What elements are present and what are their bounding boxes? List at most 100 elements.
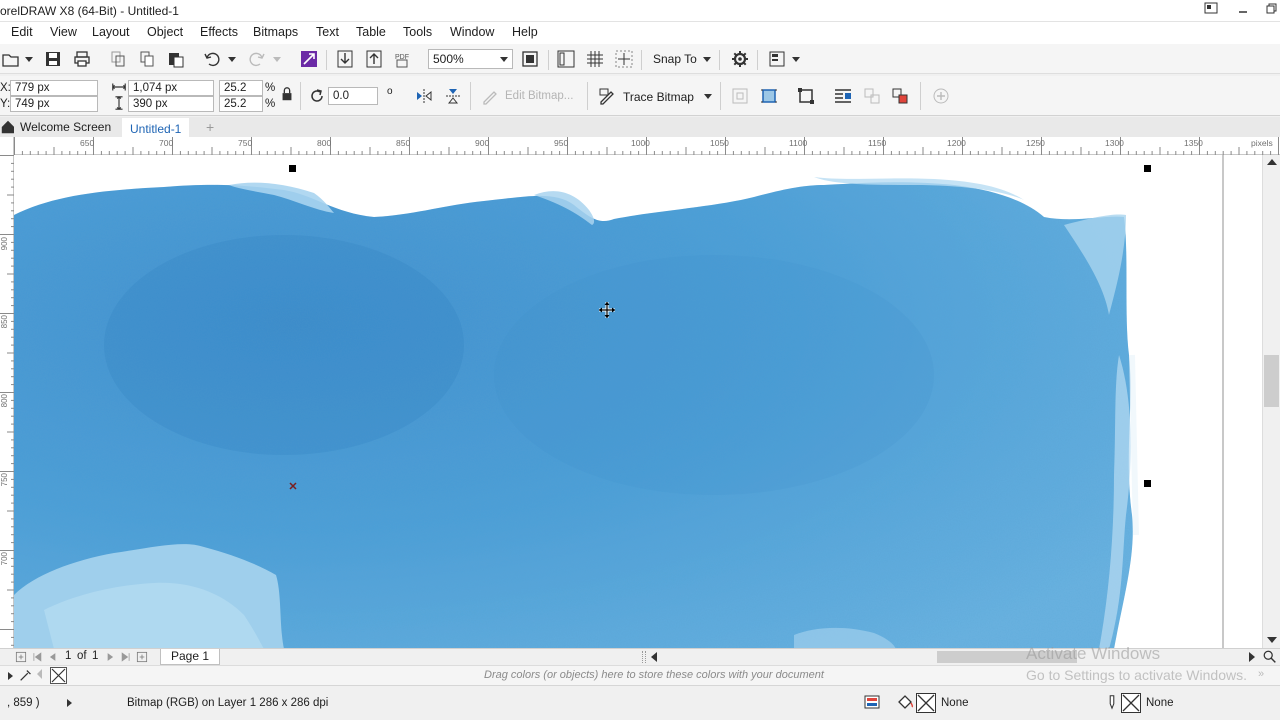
launcher-dropdown-icon[interactable] bbox=[792, 57, 800, 62]
resample-icon[interactable] bbox=[729, 85, 751, 107]
mirror-vertical-icon[interactable] bbox=[442, 85, 464, 107]
trace-bitmap-icon[interactable] bbox=[596, 85, 618, 107]
tab-untitled-1[interactable]: Untitled-1 bbox=[122, 118, 190, 137]
menu-text[interactable]: Text bbox=[316, 25, 339, 39]
y-position-field[interactable]: 749 px bbox=[10, 96, 98, 112]
menu-table[interactable]: Table bbox=[356, 25, 386, 39]
powerclip-icon[interactable] bbox=[889, 85, 911, 107]
edit-bitmap-icon[interactable] bbox=[479, 85, 501, 107]
zoom-dropdown-icon[interactable] bbox=[500, 57, 508, 62]
add-icon[interactable] bbox=[930, 85, 952, 107]
menu-view[interactable]: View bbox=[50, 25, 77, 39]
bitmap-bounding-box-icon[interactable] bbox=[795, 85, 817, 107]
import-icon[interactable] bbox=[334, 48, 356, 70]
snap-to-label[interactable]: Snap To bbox=[653, 52, 697, 66]
save-icon[interactable] bbox=[42, 48, 64, 70]
first-page-icon[interactable] bbox=[30, 649, 44, 665]
arrange-disabled-icon[interactable] bbox=[861, 85, 883, 107]
add-page-after-icon[interactable] bbox=[135, 649, 149, 665]
menu-layout[interactable]: Layout bbox=[92, 25, 130, 39]
previous-page-icon[interactable] bbox=[46, 649, 60, 665]
crop-bitmap-icon[interactable] bbox=[758, 85, 780, 107]
print-icon[interactable] bbox=[71, 48, 93, 70]
menu-window[interactable]: Window bbox=[450, 25, 494, 39]
center-marker-icon[interactable] bbox=[289, 479, 297, 490]
scroll-left-icon[interactable] bbox=[651, 652, 657, 662]
menu-effects[interactable]: Effects bbox=[200, 25, 238, 39]
rotation-field[interactable]: 0.0 bbox=[328, 87, 378, 105]
fill-none-swatch-icon[interactable] bbox=[916, 693, 936, 713]
paste-icon[interactable] bbox=[165, 48, 187, 70]
watercolor-bitmap[interactable] bbox=[14, 155, 1262, 649]
undo-icon[interactable] bbox=[201, 48, 223, 70]
scroll-right-icon[interactable] bbox=[1249, 652, 1255, 662]
scroll-thumb[interactable] bbox=[1264, 355, 1279, 407]
tab-welcome-screen[interactable]: Welcome Screen bbox=[14, 118, 118, 137]
scale-x-value: 25.2 bbox=[224, 82, 247, 94]
options-gear-icon[interactable] bbox=[729, 48, 751, 70]
scroll-up-icon[interactable] bbox=[1267, 159, 1277, 165]
scale-x-field[interactable]: 25.2 bbox=[219, 80, 263, 96]
vertical-ruler[interactable]: 900 850 800 750 700 bbox=[0, 137, 14, 649]
color-proof-icon[interactable] bbox=[862, 692, 882, 712]
show-grid-icon[interactable] bbox=[584, 48, 606, 70]
palette-expand-icon[interactable]: » bbox=[1258, 668, 1264, 680]
open-icon[interactable] bbox=[0, 48, 22, 70]
export-icon[interactable] bbox=[363, 48, 385, 70]
separator bbox=[920, 82, 921, 110]
text-wrap-icon[interactable] bbox=[832, 85, 854, 107]
copy-icon[interactable] bbox=[136, 48, 158, 70]
trace-bitmap-dropdown-icon[interactable] bbox=[704, 94, 712, 99]
menu-help[interactable]: Help bbox=[512, 25, 538, 39]
application-launcher-icon[interactable] bbox=[766, 48, 788, 70]
show-rulers-icon[interactable] bbox=[555, 48, 577, 70]
last-page-icon[interactable] bbox=[119, 649, 133, 665]
edit-bitmap-label[interactable]: Edit Bitmap... bbox=[505, 90, 573, 102]
scale-y-field[interactable]: 25.2 bbox=[219, 96, 263, 112]
page-tab-1[interactable]: Page 1 bbox=[160, 649, 221, 665]
height-field[interactable]: 390 px bbox=[128, 96, 214, 112]
trace-bitmap-label[interactable]: Trace Bitmap bbox=[623, 90, 694, 104]
publish-pdf-icon[interactable]: PDF bbox=[392, 48, 414, 70]
drawing-canvas[interactable] bbox=[14, 155, 1262, 649]
help-window-icon[interactable] bbox=[1196, 0, 1226, 22]
horizontal-ruler[interactable]: 650 700 750 800 850 900 950 1000 1050 11… bbox=[14, 137, 1280, 155]
add-page-before-icon[interactable] bbox=[14, 649, 28, 665]
vertical-scrollbar[interactable] bbox=[1262, 155, 1280, 649]
ruler-tick-label: 1350 bbox=[1184, 138, 1203, 148]
scroll-down-icon[interactable] bbox=[1267, 637, 1277, 643]
y-position-value: 749 px bbox=[15, 98, 50, 110]
outline-none-swatch-icon[interactable] bbox=[1121, 693, 1141, 713]
mirror-horizontal-icon[interactable] bbox=[413, 85, 435, 107]
palette-menu-icon[interactable] bbox=[8, 672, 13, 680]
selection-handle-top-left[interactable] bbox=[289, 165, 296, 172]
next-page-icon[interactable] bbox=[103, 649, 117, 665]
status-expand-icon[interactable] bbox=[67, 699, 72, 707]
snap-to-dropdown-icon[interactable] bbox=[703, 57, 711, 62]
zoom-navigator-icon[interactable] bbox=[1262, 649, 1278, 665]
menu-bitmaps[interactable]: Bitmaps bbox=[253, 25, 298, 39]
redo-dropdown-icon[interactable] bbox=[273, 57, 281, 62]
no-color-swatch-icon[interactable] bbox=[50, 667, 67, 684]
palette-scroll-left-icon[interactable] bbox=[37, 669, 42, 679]
selection-handle-top-right[interactable] bbox=[1144, 165, 1151, 172]
search-content-icon[interactable] bbox=[298, 48, 320, 70]
redo-icon[interactable] bbox=[246, 48, 268, 70]
lock-ratio-icon[interactable] bbox=[279, 86, 295, 102]
eyedropper-icon[interactable] bbox=[18, 667, 34, 683]
open-dropdown-icon[interactable] bbox=[25, 57, 33, 62]
menu-tools[interactable]: Tools bbox=[403, 25, 432, 39]
restore-icon[interactable] bbox=[1256, 0, 1280, 22]
menu-edit[interactable]: Edit bbox=[11, 25, 33, 39]
splitter-grip[interactable] bbox=[642, 651, 646, 663]
menu-object[interactable]: Object bbox=[147, 25, 183, 39]
full-screen-icon[interactable] bbox=[519, 48, 541, 70]
selection-handle-middle-right[interactable] bbox=[1144, 480, 1151, 487]
undo-dropdown-icon[interactable] bbox=[228, 57, 236, 62]
x-position-field[interactable]: 779 px bbox=[10, 80, 98, 96]
show-guidelines-icon[interactable] bbox=[613, 48, 635, 70]
minimize-icon[interactable] bbox=[1228, 0, 1258, 22]
add-tab-button[interactable]: + bbox=[200, 118, 220, 137]
width-field[interactable]: 1,074 px bbox=[128, 80, 214, 96]
cut-icon[interactable] bbox=[107, 48, 129, 70]
